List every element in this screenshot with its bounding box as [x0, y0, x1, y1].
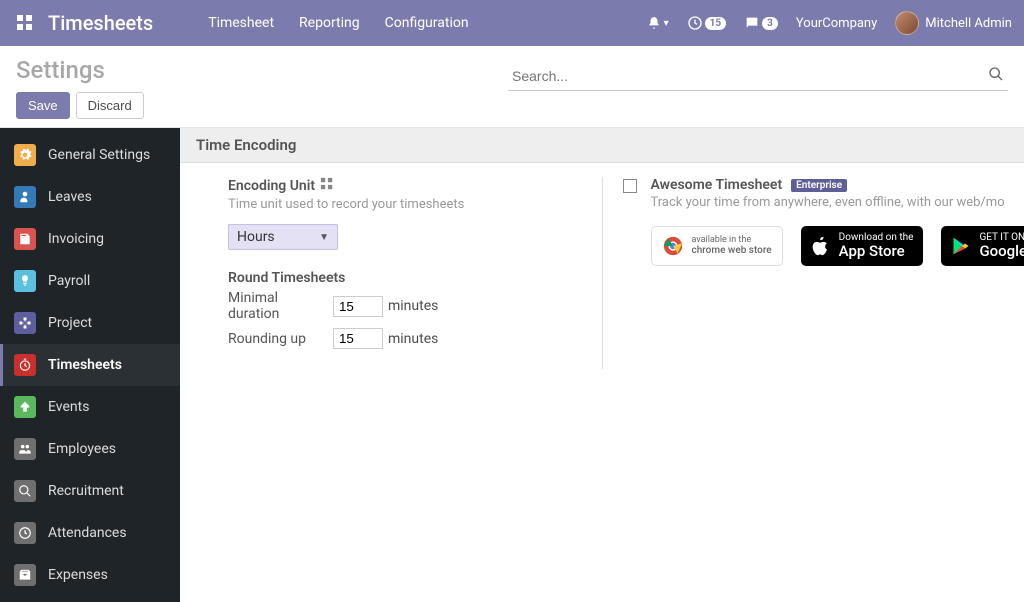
rounding-up-label: Rounding up [228, 331, 328, 347]
awesome-title: Awesome Timesheet [651, 177, 783, 193]
sidebar-icon [14, 564, 36, 586]
search-input[interactable] [508, 62, 1008, 91]
sidebar-icon [14, 480, 36, 502]
awesome-desc: Track your time from anywhere, even offl… [651, 195, 1005, 210]
sidebar-icon [14, 312, 36, 334]
setting-awesome-timesheet: Awesome Timesheet Enterprise Track your … [623, 177, 1005, 266]
sidebar-icon [14, 354, 36, 376]
sidebar-item-events[interactable]: Events [0, 386, 180, 428]
section-title-time-encoding: Time Encoding [180, 128, 1024, 163]
awesome-checkbox[interactable] [623, 179, 637, 193]
sidebar-icon [14, 186, 36, 208]
sidebar-icon [14, 438, 36, 460]
sidebar-item-expenses[interactable]: Expenses [0, 554, 180, 596]
encoding-unit-select[interactable]: Hours ▼ [228, 224, 338, 250]
minimal-duration-input[interactable] [333, 296, 383, 317]
minimal-duration-label: Minimal duration [228, 290, 328, 322]
sidebar-icon [14, 144, 36, 166]
rounding-up-unit: minutes [388, 331, 438, 347]
sidebar-item-label: Expenses [48, 567, 108, 583]
sidebar-item-label: Employees [48, 441, 116, 457]
setting-round-timesheets: Round Timesheets Minimal duration minute… [200, 270, 582, 349]
sidebar-item-general-settings[interactable]: General Settings [0, 134, 180, 176]
main-menu: Timesheet Reporting Configuration [208, 15, 468, 31]
apple-icon [811, 234, 831, 258]
main-navbar: Timesheets Timesheet Reporting Configura… [0, 0, 1024, 46]
sidebar-item-project[interactable]: Project [0, 302, 180, 344]
sidebar-item-label: Leaves [48, 189, 92, 205]
activities-badge: 15 [705, 17, 726, 30]
google-play-icon [951, 235, 971, 257]
bell-icon [647, 16, 661, 30]
sidebar-item-label: Project [48, 315, 92, 331]
sidebar-item-leaves[interactable]: Leaves [0, 176, 180, 218]
settings-sidebar: General Settings Leaves Invoicing Payroll Pr… [0, 128, 180, 602]
menu-reporting[interactable]: Reporting [299, 15, 360, 31]
company-switcher[interactable]: YourCompany [796, 16, 877, 31]
encoding-unit-title: Encoding Unit [228, 178, 315, 194]
clock-icon [687, 15, 703, 31]
sidebar-item-label: Recruitment [48, 483, 124, 499]
google-play-button[interactable]: GET IT ONGoogle play [941, 226, 1024, 266]
chrome-store-button[interactable]: available in thechrome web store [651, 226, 783, 266]
menu-configuration[interactable]: Configuration [385, 15, 469, 31]
sidebar-item-label: Invoicing [48, 231, 104, 247]
messages-badge: 3 [762, 17, 778, 30]
control-panel: Settings Save Discard [0, 46, 1024, 128]
encoding-unit-value: Hours [237, 229, 275, 245]
setting-encoding-unit: Encoding Unit Time unit used to record y… [200, 177, 582, 250]
grid-view-icon[interactable] [320, 177, 334, 195]
sidebar-item-label: Events [48, 399, 89, 415]
chrome-icon [662, 235, 684, 257]
apps-icon[interactable] [12, 10, 38, 36]
save-button[interactable]: Save [16, 92, 70, 119]
notifications-menu[interactable]: ▾ [647, 16, 669, 30]
sidebar-item-recruitment[interactable]: Recruitment [0, 470, 180, 512]
avatar [895, 11, 919, 35]
menu-timesheet[interactable]: Timesheet [208, 15, 274, 31]
sidebar-icon [14, 228, 36, 250]
encoding-unit-desc: Time unit used to record your timesheets [228, 197, 582, 212]
round-title: Round Timesheets [228, 270, 582, 286]
search-icon[interactable] [988, 66, 1004, 86]
sidebar-item-label: Payroll [48, 273, 90, 289]
sidebar-icon [14, 396, 36, 418]
rounding-up-input[interactable] [333, 328, 383, 349]
enterprise-tag: Enterprise [791, 179, 847, 192]
sidebar-item-label: General Settings [48, 147, 150, 163]
caret-down-icon: ▾ [664, 18, 669, 29]
minimal-duration-unit: minutes [388, 298, 438, 314]
sidebar-item-payroll[interactable]: Payroll [0, 260, 180, 302]
sidebar-icon [14, 270, 36, 292]
sidebar-item-attendances[interactable]: Attendances [0, 512, 180, 554]
sidebar-item-invoicing[interactable]: Invoicing [0, 218, 180, 260]
user-name: Mitchell Admin [925, 16, 1012, 31]
sidebar-item-label: Timesheets [48, 357, 122, 373]
sidebar-item-label: Attendances [48, 525, 127, 541]
page-title: Settings [16, 56, 144, 84]
sidebar-item-employees[interactable]: Employees [0, 428, 180, 470]
sidebar-item-timesheets[interactable]: Timesheets [0, 344, 180, 386]
messaging-menu[interactable]: 3 [744, 15, 778, 31]
settings-content: Time Encoding Encoding Unit Time unit us… [180, 128, 1024, 602]
discard-button[interactable]: Discard [76, 92, 144, 119]
search-container [508, 62, 1008, 91]
chat-icon [744, 15, 760, 31]
app-store-button[interactable]: Download on theApp Store [801, 226, 924, 266]
user-menu[interactable]: Mitchell Admin [895, 11, 1012, 35]
sidebar-icon [14, 522, 36, 544]
caret-down-icon: ▼ [319, 232, 329, 243]
activities-menu[interactable]: 15 [687, 15, 726, 31]
app-brand[interactable]: Timesheets [48, 11, 153, 35]
